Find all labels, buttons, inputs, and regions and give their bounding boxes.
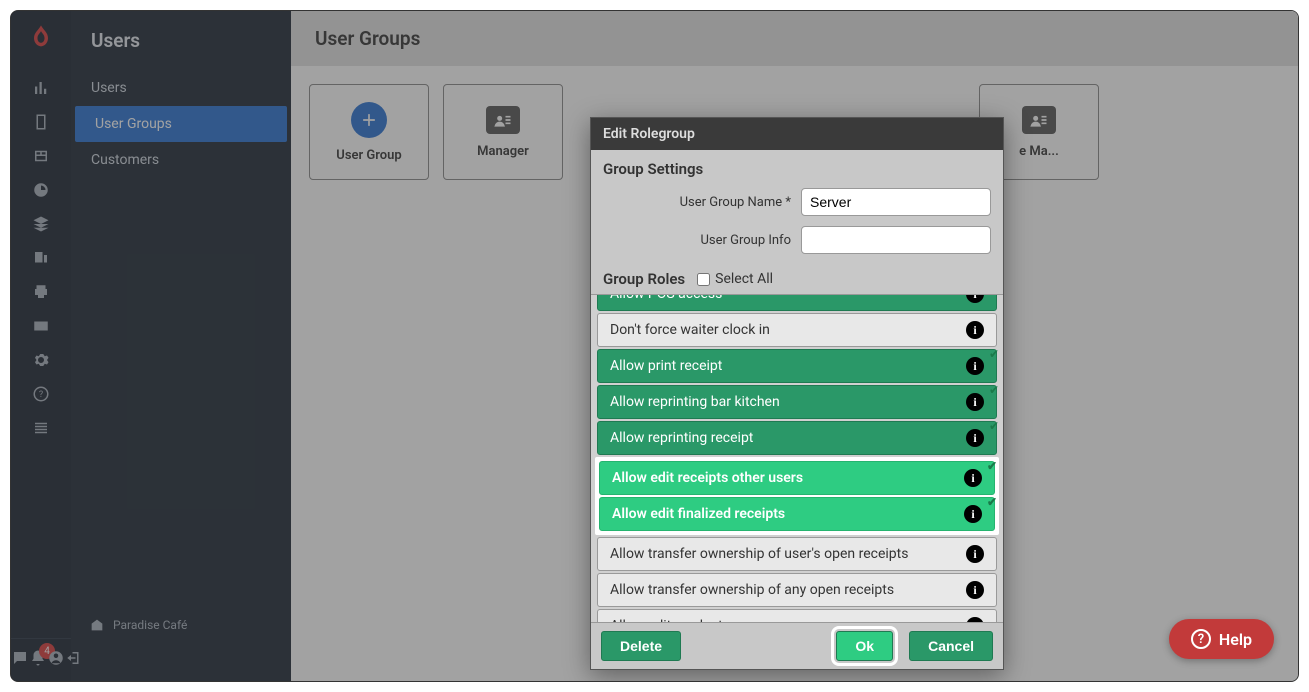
check-icon: ✔ [989, 347, 999, 361]
group-name-input[interactable] [801, 188, 991, 216]
info-icon[interactable]: i [966, 429, 984, 447]
role-row[interactable]: Allow edit receipts other usersi✔ [599, 461, 995, 495]
check-icon: ✔ [989, 383, 999, 397]
roles-list[interactable]: Allow POS accessi Don't force waiter clo… [591, 294, 1003, 622]
group-settings-label: Group Settings [603, 160, 991, 178]
role-row[interactable]: Allow reprinting bar kitcheni✔ [597, 385, 997, 419]
highlighted-roles: Allow edit receipts other usersi✔ Allow … [595, 457, 999, 535]
role-row[interactable]: Allow POS accessi [597, 294, 997, 311]
info-icon[interactable]: i [964, 505, 982, 523]
info-icon[interactable]: i [966, 581, 984, 599]
select-all-checkbox[interactable]: Select All [697, 271, 773, 287]
cancel-button[interactable]: Cancel [909, 631, 993, 661]
info-icon[interactable]: i [966, 617, 984, 622]
help-icon: ? [1191, 629, 1211, 649]
delete-button[interactable]: Delete [601, 631, 681, 661]
info-icon[interactable]: i [966, 357, 984, 375]
role-row[interactable]: Allow edit producti [597, 609, 997, 622]
modal-title: Edit Rolegroup [591, 118, 1003, 150]
check-icon: ✔ [987, 495, 997, 509]
role-row[interactable]: Don't force waiter clock ini [597, 313, 997, 347]
info-icon[interactable]: i [966, 545, 984, 563]
group-info-input[interactable] [801, 226, 991, 254]
group-name-label: User Group Name * [680, 195, 791, 210]
info-icon[interactable]: i [966, 393, 984, 411]
group-roles-label: Group Roles [603, 270, 685, 288]
role-row[interactable]: Allow reprinting receipti✔ [597, 421, 997, 455]
group-info-label: User Group Info [700, 233, 791, 248]
ok-button[interactable]: Ok [836, 631, 893, 661]
role-row[interactable]: Allow transfer ownership of user's open … [597, 537, 997, 571]
info-icon[interactable]: i [966, 294, 984, 303]
role-row[interactable]: Allow transfer ownership of any open rec… [597, 573, 997, 607]
help-button[interactable]: ? Help [1169, 619, 1274, 659]
info-icon[interactable]: i [966, 321, 984, 339]
role-row[interactable]: Allow edit finalized receiptsi✔ [599, 497, 995, 531]
edit-rolegroup-modal: Edit Rolegroup Group Settings User Group… [590, 117, 1004, 670]
info-icon[interactable]: i [964, 469, 982, 487]
check-icon: ✔ [989, 419, 999, 433]
check-icon: ✔ [987, 459, 997, 473]
role-row[interactable]: Allow print receipti✔ [597, 349, 997, 383]
